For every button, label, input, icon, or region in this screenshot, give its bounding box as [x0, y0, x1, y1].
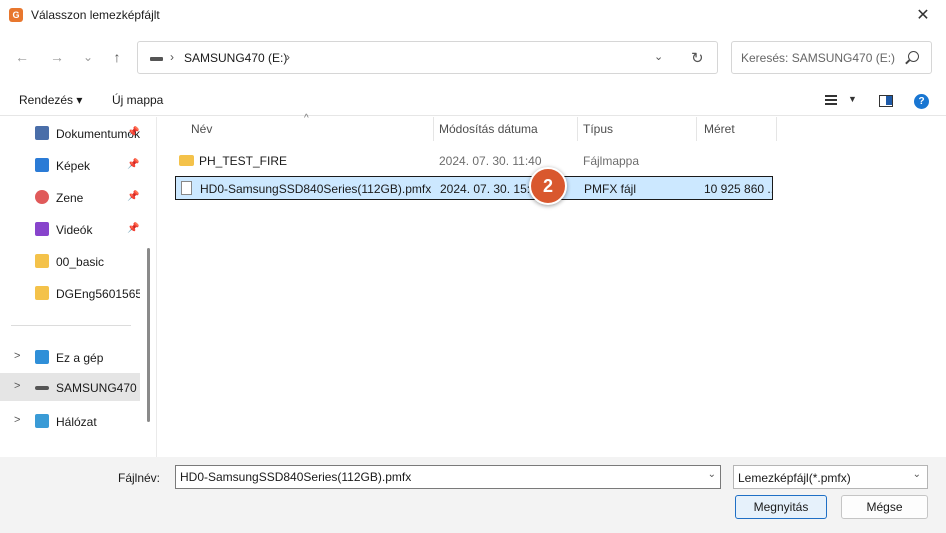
app-icon: G	[9, 8, 23, 22]
breadcrumb-separator[interactable]: ›	[170, 50, 174, 64]
search-box[interactable]: Keresés: SAMSUNG470 (E:)	[731, 41, 932, 74]
forward-button[interactable]: →	[48, 48, 66, 66]
sidebar-item-this-pc[interactable]: > Ez a gép	[0, 343, 140, 371]
back-button[interactable]: ←	[13, 48, 31, 66]
column-divider[interactable]	[577, 117, 578, 141]
column-header-date[interactable]: Módosítás dátuma	[439, 122, 538, 136]
sidebar-item-dgeng[interactable]: DGEng5601565_1	[0, 279, 140, 307]
refresh-icon[interactable]: ↻	[691, 49, 704, 67]
search-icon[interactable]	[908, 51, 919, 62]
new-folder-button[interactable]: Új mappa	[112, 93, 163, 107]
close-button[interactable]: ✕	[900, 0, 946, 32]
folder-icon	[35, 286, 49, 300]
drive-icon	[150, 57, 163, 61]
file-name: PH_TEST_FIRE	[199, 154, 288, 168]
file-row-folder[interactable]: PH_TEST_FIRE 2024. 07. 30. 11:40 Fájlmap…	[175, 149, 773, 173]
column-divider[interactable]	[696, 117, 697, 141]
computer-icon	[35, 350, 49, 364]
sidebar-item-music[interactable]: Zene 📌	[0, 183, 140, 211]
title-bar: G Válasszon lemezképfájlt ✕	[0, 0, 946, 32]
column-header-type[interactable]: Típus	[583, 122, 613, 136]
navigation-bar: ← → ⌄ ↑ › SAMSUNG470 (E:) › ⌄ ↻ Keresés:…	[0, 38, 946, 78]
sidebar-item-samsung470[interactable]: > SAMSUNG470 (E:)	[0, 373, 140, 401]
view-options-icon[interactable]	[825, 95, 837, 105]
sidebar-item-label: SAMSUNG470 (E:)	[56, 381, 140, 395]
filename-label: Fájlnév:	[118, 471, 161, 485]
command-bar: Rendezés ▾ Új mappa ▼ ?	[0, 86, 946, 116]
pin-icon: 📌	[127, 223, 140, 234]
column-header-size[interactable]: Méret	[704, 122, 735, 136]
breadcrumb-separator[interactable]: ›	[286, 50, 290, 64]
filename-input[interactable]	[180, 470, 700, 484]
column-divider[interactable]	[433, 117, 434, 141]
documents-icon	[35, 126, 49, 140]
sidebar-item-network[interactable]: > Hálózat	[0, 407, 140, 435]
recent-locations-button[interactable]: ⌄	[79, 48, 97, 66]
view-dropdown-icon[interactable]: ▼	[848, 94, 857, 104]
filename-dropdown-icon[interactable]: ⌄	[708, 469, 716, 480]
file-date: 2024. 07. 30. 11:40	[439, 154, 542, 168]
column-header-name[interactable]: Név	[191, 122, 212, 136]
sidebar-scrollbar[interactable]	[147, 248, 150, 422]
sidebar-divider	[11, 325, 131, 326]
expand-chevron-icon[interactable]: >	[14, 380, 20, 392]
sidebar-item-documents[interactable]: Dokumentumok 📌	[0, 119, 140, 147]
file-type: Fájlmappa	[583, 154, 640, 168]
column-divider[interactable]	[776, 117, 777, 141]
pin-icon: 📌	[127, 127, 140, 138]
breadcrumb-drive[interactable]: SAMSUNG470 (E:)	[184, 51, 287, 65]
dialog-footer: Fájlnév: ⌄ Lemezképfájl(*.pmfx) ⌄ Megnyi…	[0, 457, 946, 533]
pin-icon: 📌	[127, 159, 140, 170]
sort-ascending-icon: ^	[304, 113, 309, 124]
folder-icon	[179, 155, 194, 166]
sidebar-item-videos[interactable]: Videók 📌	[0, 215, 140, 243]
videos-icon	[35, 222, 49, 236]
sidebar-item-label: Hálózat	[56, 415, 97, 429]
cancel-button[interactable]: Mégse	[841, 495, 928, 519]
file-type: PMFX fájl	[584, 182, 637, 196]
expand-chevron-icon[interactable]: >	[14, 350, 20, 362]
step-badge-2: 2	[529, 167, 567, 205]
pictures-icon	[35, 158, 49, 172]
network-icon	[35, 414, 49, 428]
address-dropdown-icon[interactable]: ⌄	[654, 50, 663, 63]
organize-button[interactable]: Rendezés ▾	[19, 93, 82, 107]
help-icon[interactable]: ?	[914, 94, 929, 109]
address-bar[interactable]: › SAMSUNG470 (E:) › ⌄ ↻	[137, 41, 718, 74]
expand-chevron-icon[interactable]: >	[14, 414, 20, 426]
sidebar-item-label: DGEng5601565_1	[56, 287, 140, 301]
file-size: 10 925 860 ...	[704, 182, 774, 196]
sidebar-item-pictures[interactable]: Képek 📌	[0, 151, 140, 179]
sidebar-item-00-basic[interactable]: 00_basic	[0, 247, 140, 275]
music-icon	[35, 190, 49, 204]
filename-combobox[interactable]: ⌄	[175, 465, 721, 489]
filetype-select[interactable]: Lemezképfájl(*.pmfx) ⌄	[733, 465, 928, 489]
file-icon	[181, 181, 192, 195]
filetype-dropdown-icon[interactable]: ⌄	[913, 469, 921, 480]
up-button[interactable]: ↑	[108, 48, 126, 66]
sidebar-item-label: Ez a gép	[56, 351, 104, 365]
folder-icon	[35, 254, 49, 268]
search-input[interactable]: Keresés: SAMSUNG470 (E:)	[741, 51, 895, 65]
open-button[interactable]: Megnyitás	[735, 495, 827, 519]
navigation-pane: Dokumentumok 📌 Képek 📌 Zene 📌 Videók 📌 0…	[0, 117, 157, 457]
drive-icon	[35, 386, 49, 390]
sidebar-item-label: 00_basic	[56, 255, 105, 269]
file-name: HD0-SamsungSSD840Series(112GB).pmfx	[200, 182, 432, 196]
window-title: Válasszon lemezképfájlt	[31, 8, 160, 22]
preview-pane-icon[interactable]	[879, 95, 893, 107]
pin-icon: 📌	[127, 191, 140, 202]
filetype-value: Lemezképfájl(*.pmfx)	[738, 471, 851, 485]
file-row-selected[interactable]: HD0-SamsungSSD840Series(112GB).pmfx 2024…	[175, 176, 774, 200]
